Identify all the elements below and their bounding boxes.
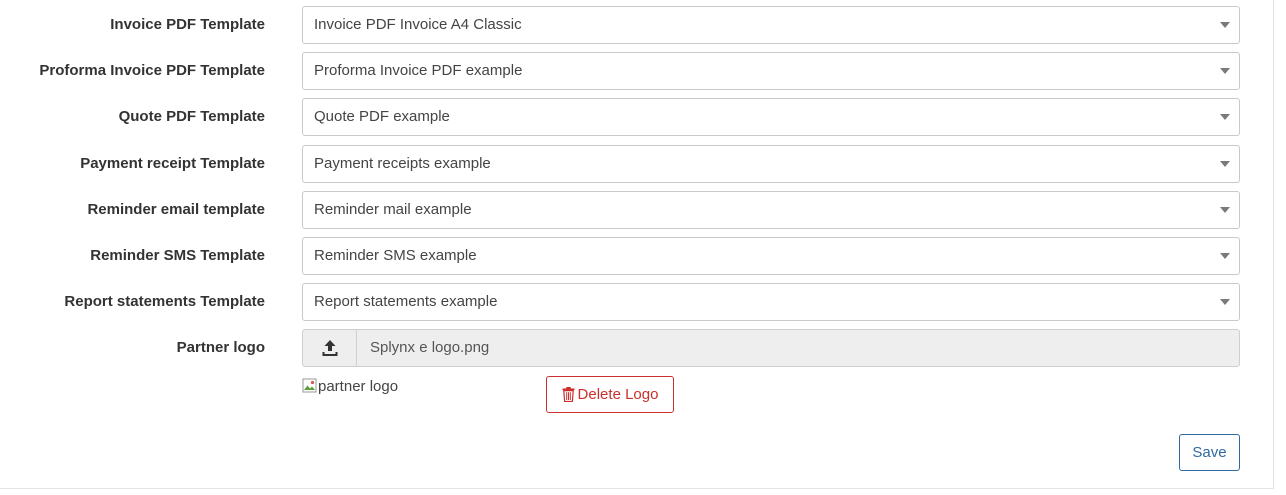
select-value: Quote PDF example bbox=[314, 108, 450, 125]
caret-down-icon bbox=[1220, 207, 1230, 213]
select-value: Invoice PDF Invoice A4 Classic bbox=[314, 16, 522, 33]
caret-down-icon bbox=[1220, 161, 1230, 167]
invoice-pdf-template-label: Invoice PDF Template bbox=[110, 16, 265, 33]
invoice-pdf-template-select[interactable]: Invoice PDF Invoice A4 Classic bbox=[302, 6, 1240, 44]
upload-button[interactable] bbox=[303, 330, 357, 366]
select-value: Reminder mail example bbox=[314, 201, 472, 218]
reminder-sms-template-select[interactable]: Reminder SMS example bbox=[302, 237, 1240, 275]
select-value: Proforma Invoice PDF example bbox=[314, 62, 523, 79]
delete-logo-label: Delete Logo bbox=[577, 386, 659, 403]
form-row-report-statements-template: Report statements Template Report statem… bbox=[0, 283, 1274, 321]
partner-logo-alt-text: partner logo bbox=[318, 377, 399, 395]
reminder-email-template-select[interactable]: Reminder mail example bbox=[302, 191, 1240, 229]
broken-image-icon bbox=[302, 378, 318, 394]
select-value: Reminder SMS example bbox=[314, 247, 477, 264]
caret-down-icon bbox=[1220, 253, 1230, 259]
form-row-partner-logo: Partner logo Splynx e logo.png bbox=[0, 329, 1274, 367]
upload-icon bbox=[322, 340, 338, 356]
select-value: Payment receipts example bbox=[314, 155, 491, 172]
quote-pdf-template-select[interactable]: Quote PDF example bbox=[302, 98, 1240, 136]
payment-receipt-template-label: Payment receipt Template bbox=[80, 155, 265, 172]
form-row-invoice-pdf-template: Invoice PDF Template Invoice PDF Invoice… bbox=[0, 6, 1274, 44]
partner-logo-file-input[interactable]: Splynx e logo.png bbox=[302, 329, 1240, 367]
proforma-invoice-pdf-template-select[interactable]: Proforma Invoice PDF example bbox=[302, 52, 1240, 90]
form-row-proforma-invoice-pdf-template: Proforma Invoice PDF Template Proforma I… bbox=[0, 52, 1274, 90]
report-statements-template-select[interactable]: Report statements example bbox=[302, 283, 1240, 321]
report-statements-template-label: Report statements Template bbox=[64, 293, 265, 310]
quote-pdf-template-label: Quote PDF Template bbox=[118, 108, 265, 125]
settings-panel: Invoice PDF Template Invoice PDF Invoice… bbox=[0, 0, 1274, 489]
caret-down-icon bbox=[1220, 299, 1230, 305]
form-row-reminder-email-template: Reminder email template Reminder mail ex… bbox=[0, 191, 1274, 229]
file-name: Splynx e logo.png bbox=[370, 339, 490, 356]
form-row-reminder-sms-template: Reminder SMS Template Reminder SMS examp… bbox=[0, 237, 1274, 275]
partner-logo-label: Partner logo bbox=[176, 339, 265, 356]
form-row-payment-receipt-template: Payment receipt Template Payment receipt… bbox=[0, 145, 1274, 183]
caret-down-icon bbox=[1220, 22, 1230, 28]
payment-receipt-template-select[interactable]: Payment receipts example bbox=[302, 145, 1240, 183]
caret-down-icon bbox=[1220, 68, 1230, 74]
proforma-invoice-pdf-template-label: Proforma Invoice PDF Template bbox=[39, 62, 265, 79]
caret-down-icon bbox=[1220, 114, 1230, 120]
trash-icon bbox=[562, 387, 575, 402]
save-button[interactable]: Save bbox=[1179, 434, 1240, 471]
delete-logo-button[interactable]: Delete Logo bbox=[546, 376, 674, 413]
select-value: Report statements example bbox=[314, 293, 498, 310]
partner-logo-image: partner logo bbox=[302, 376, 398, 396]
reminder-email-template-label: Reminder email template bbox=[87, 201, 265, 218]
reminder-sms-template-label: Reminder SMS Template bbox=[90, 247, 265, 264]
form-row-quote-pdf-template: Quote PDF Template Quote PDF example bbox=[0, 98, 1274, 136]
